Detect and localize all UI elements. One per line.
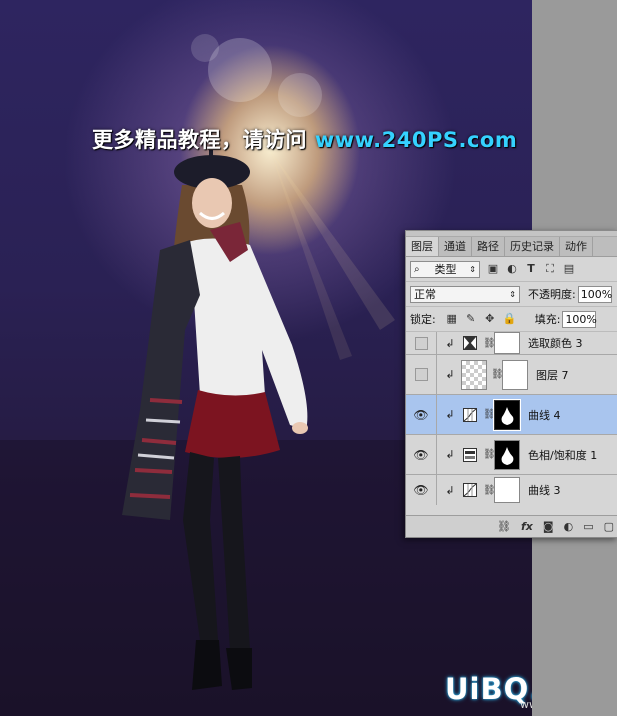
link-chain-icon[interactable]: ⛓ bbox=[483, 409, 496, 420]
link-chain-icon[interactable]: ⛓ bbox=[483, 449, 496, 460]
blend-mode-value: 正常 bbox=[414, 288, 436, 301]
lock-transparent-icon[interactable]: ▦ bbox=[446, 313, 458, 325]
visibility-toggle[interactable] bbox=[406, 332, 437, 354]
fx-icon[interactable]: fx bbox=[521, 520, 533, 533]
layer-mask-thumbnail[interactable] bbox=[493, 398, 521, 431]
lock-brush-icon[interactable]: ✎ bbox=[465, 313, 477, 325]
adjustment-filter-icon[interactable]: ◐ bbox=[506, 263, 518, 275]
lock-label: 锁定: bbox=[410, 313, 436, 326]
eye-icon: 👁 bbox=[413, 407, 429, 422]
clipping-arrow-icon: ↲ bbox=[445, 336, 455, 350]
layer-row[interactable]: ↲ ⛓ 选取颜色 3 bbox=[406, 332, 617, 355]
fill-input[interactable]: 100% bbox=[562, 310, 597, 328]
clipping-arrow-icon: ↲ bbox=[445, 483, 455, 497]
stepper-icon: ⇕ bbox=[469, 264, 476, 274]
clipping-arrow-icon: ↲ bbox=[445, 408, 455, 421]
tab-actions[interactable]: 动作 bbox=[560, 237, 593, 256]
visibility-off-icon bbox=[414, 368, 428, 381]
watermark-url: www.240PS.com bbox=[314, 128, 518, 152]
add-mask-icon[interactable]: ◙ bbox=[543, 520, 554, 533]
lock-all-icon[interactable]: 🔒 bbox=[503, 313, 517, 325]
selective-color-icon bbox=[461, 334, 479, 352]
visibility-toggle[interactable]: 👁 bbox=[406, 435, 437, 474]
lock-row: 锁定: ▦ ✎ ✥ 🔒 填充: 100% bbox=[406, 307, 617, 332]
tutorial-watermark: 更多精品教程，请访问 www.240PS.com bbox=[92, 124, 517, 154]
hue-saturation-icon bbox=[461, 446, 479, 464]
layer-row-selected[interactable]: 👁 ↲ ⛓ 曲线 4 bbox=[406, 395, 617, 435]
visibility-toggle[interactable]: 👁 bbox=[406, 395, 437, 434]
curves-icon bbox=[461, 406, 479, 424]
layer-row[interactable]: 👁 ↲ ⛓ 色相/饱和度 1 bbox=[406, 435, 617, 475]
stepper-icon: ⇕ bbox=[509, 289, 516, 299]
filter-type-label: 类型 bbox=[434, 263, 457, 276]
link-chain-icon[interactable]: ⛓ bbox=[491, 369, 504, 380]
curves-icon bbox=[461, 481, 479, 499]
layer-row[interactable]: ↲ ⛓ 图层 7 bbox=[406, 355, 617, 395]
tab-layers[interactable]: 图层 bbox=[406, 237, 439, 256]
layer-name[interactable]: 曲线 4 bbox=[528, 407, 561, 423]
search-icon: ⌕ bbox=[414, 263, 420, 275]
tab-channels[interactable]: 通道 bbox=[439, 237, 472, 256]
lock-move-icon[interactable]: ✥ bbox=[484, 313, 496, 325]
layer-thumbnail[interactable] bbox=[461, 359, 487, 390]
clipping-arrow-icon: ↲ bbox=[445, 368, 455, 381]
filter-type-select[interactable]: ⌕ 类型 ⇕ bbox=[410, 260, 480, 278]
tab-paths[interactable]: 路径 bbox=[472, 237, 505, 256]
eye-icon: 👁 bbox=[413, 447, 429, 462]
fill-label: 填充: bbox=[534, 313, 561, 326]
layer-mask-thumbnail[interactable] bbox=[494, 477, 520, 503]
watermark-text: 更多精品教程，请访问 bbox=[92, 128, 315, 152]
layer-mask-thumbnail[interactable] bbox=[494, 439, 520, 470]
layer-mask-thumbnail[interactable] bbox=[502, 359, 528, 390]
site-url: www.psahz.com bbox=[520, 698, 532, 711]
new-layer-icon[interactable]: ▢ bbox=[604, 520, 614, 533]
panel-tabs: 图层 通道 路径 历史记录 动作 bbox=[406, 237, 617, 257]
blend-row: 正常 ⇕ 不透明度: 100% bbox=[406, 282, 617, 307]
visibility-toggle[interactable]: 👁 bbox=[406, 475, 437, 505]
layers-panel: 图层 通道 路径 历史记录 动作 ⌕ 类型 ⇕ ▣ ◐ T ⛶ ▤ 正常 ⇕ 不… bbox=[405, 230, 617, 538]
visibility-off-icon bbox=[414, 336, 428, 350]
opacity-label: 不透明度: bbox=[528, 288, 576, 301]
layer-name[interactable]: 色相/饱和度 1 bbox=[528, 447, 597, 463]
filter-row: ⌕ 类型 ⇕ ▣ ◐ T ⛶ ▤ bbox=[406, 257, 617, 282]
smart-object-filter-icon[interactable]: ▤ bbox=[563, 263, 575, 275]
shape-filter-icon[interactable]: ⛶ bbox=[544, 263, 556, 275]
pixel-filter-icon[interactable]: ▣ bbox=[487, 263, 499, 275]
link-icon[interactable]: ⛓ bbox=[497, 520, 511, 533]
clipping-arrow-icon: ↲ bbox=[445, 448, 455, 461]
blend-mode-select[interactable]: 正常 ⇕ bbox=[410, 285, 520, 303]
site-logo: UiBQ.CoM bbox=[445, 672, 532, 706]
visibility-toggle[interactable] bbox=[406, 355, 437, 394]
tab-history[interactable]: 历史记录 bbox=[505, 237, 560, 256]
layer-name[interactable]: 曲线 3 bbox=[528, 482, 561, 498]
type-filter-icon[interactable]: T bbox=[525, 263, 537, 275]
layers-bottom-toolbar: ⛓ fx ◙ ◐ ▭ ▢ bbox=[406, 515, 617, 537]
link-chain-icon[interactable]: ⛓ bbox=[483, 485, 496, 496]
opacity-input[interactable]: 100% bbox=[577, 285, 612, 303]
layer-name[interactable]: 选取颜色 3 bbox=[528, 335, 583, 351]
eye-icon: 👁 bbox=[413, 483, 429, 497]
group-folder-icon[interactable]: ▭ bbox=[583, 520, 593, 533]
link-chain-icon[interactable]: ⛓ bbox=[483, 338, 496, 349]
layer-mask-thumbnail[interactable] bbox=[494, 332, 520, 354]
layer-row[interactable]: 👁 ↲ ⛓ 曲线 3 bbox=[406, 475, 617, 505]
layer-name[interactable]: 图层 7 bbox=[536, 367, 569, 383]
adjustment-icon[interactable]: ◐ bbox=[564, 520, 574, 533]
